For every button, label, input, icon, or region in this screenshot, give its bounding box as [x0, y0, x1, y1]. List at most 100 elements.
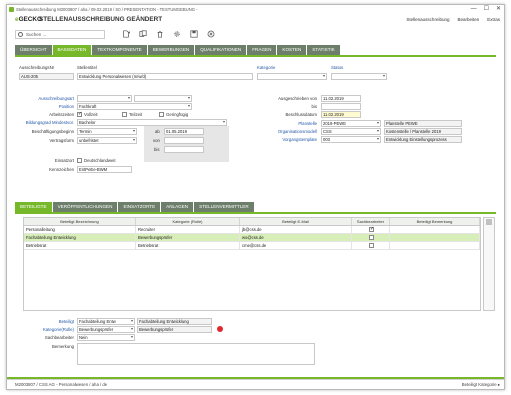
- bemerkung-textarea[interactable]: [77, 343, 315, 365]
- cancel-icon[interactable]: [207, 30, 215, 38]
- beteiligte-table: Beteiligt Bezeichnung Kategorie (Rolle) …: [23, 217, 481, 311]
- cell-bemerkung: [390, 242, 480, 249]
- stellentitel-field[interactable]: Entwicklung Personalwesen (m/w/d): [77, 73, 253, 80]
- vorgangstemplate-code-select[interactable]: 003: [321, 136, 381, 143]
- organisationsmodell-code-select[interactable]: CSS: [321, 128, 381, 135]
- window-controls: — ☐ ✕: [471, 5, 501, 14]
- column-header[interactable]: Beteiligt E-Mail: [240, 218, 352, 225]
- beschaeftigungsbeginn-select[interactable]: Termin: [77, 128, 137, 135]
- tab-qualifikationen[interactable]: QUALIFIKATIONEN: [195, 45, 247, 55]
- cell-email: jb@css.de: [240, 226, 352, 233]
- search-icon: [18, 32, 23, 37]
- vollzeit-checkbox[interactable]: ✓: [77, 112, 82, 117]
- teilzeit-label: Teilzeit: [129, 112, 143, 117]
- menu-bearbeiten[interactable]: Bearbeiten: [457, 17, 479, 22]
- menu-stellenausschreibung[interactable]: Stellenausschreibung: [406, 17, 449, 22]
- title-bar: Stellenausschreibung M2003807 / aha / 09…: [7, 5, 504, 14]
- cell-email: wo@css.de: [240, 234, 352, 241]
- column-header[interactable]: Sachbearbeiter: [352, 218, 390, 225]
- cell-kategorie: Bewerbungsprüfer: [136, 234, 240, 241]
- beteiligt-code-select[interactable]: Fachabteilung Entw: [77, 318, 135, 325]
- table-scrollbar[interactable]: [483, 217, 495, 311]
- status-select[interactable]: [331, 73, 387, 80]
- vorgangstemplate-name-field: Entwicklung Einstellungsprozess: [384, 136, 462, 143]
- bildungsgrad-select[interactable]: Bachelor: [77, 119, 227, 126]
- teilzeit-checkbox[interactable]: [122, 112, 127, 117]
- column-header[interactable]: Kategorie (Rolle): [136, 218, 240, 225]
- tab-statistik[interactable]: STATISTIK: [307, 45, 340, 55]
- subtab-anlagen[interactable]: ANLAGEN: [161, 202, 194, 212]
- sachbearbeiter-checkbox[interactable]: [369, 243, 374, 249]
- kategorie-select[interactable]: [257, 73, 327, 80]
- table-header: Beteiligt Bezeichnung Kategorie (Rolle) …: [24, 218, 480, 226]
- subtab-stellenvermittler[interactable]: STELLENVERMITTLER: [194, 202, 254, 212]
- table-row[interactable]: Personalleitung Recruiter jb@css.de ✓: [24, 226, 480, 234]
- tab-textkomponente[interactable]: TEXTKOMPONENTE: [92, 45, 147, 55]
- position-select[interactable]: Fachkraft: [77, 103, 192, 110]
- column-chooser-icon[interactable]: [485, 219, 493, 225]
- subtab-veroeffentlichungen[interactable]: VERÖFFENTLICHUNGEN: [52, 202, 118, 212]
- column-header[interactable]: Beteiligt Bemerkung: [390, 218, 480, 225]
- ausschreibungsnr-field[interactable]: AUS-205: [19, 73, 74, 80]
- cell-sachbearbeiter: [352, 234, 390, 241]
- ausgeschrieben-bis-field[interactable]: [321, 103, 361, 110]
- cell-sachbearbeiter: [352, 242, 390, 249]
- save-icon[interactable]: [190, 30, 198, 38]
- tab-bewerbungen[interactable]: BEWERBUNGEN: [147, 45, 195, 55]
- geringfuegig-checkbox[interactable]: [159, 112, 164, 117]
- cell-email: cme@css.de: [240, 242, 352, 249]
- kennzeichen-field[interactable]: EntPeEe-BWM: [77, 166, 132, 173]
- ausschreibungsart-select[interactable]: [77, 95, 132, 102]
- deutschlandweit-checkbox[interactable]: [77, 158, 82, 163]
- ausschreibungsart-detail-select[interactable]: [134, 95, 192, 102]
- sachbearbeiter-checkbox[interactable]: ✓: [369, 227, 374, 233]
- vollzeit-label: Vollzeit: [84, 112, 98, 117]
- beschlussdatum-field[interactable]: 11.02.2019: [321, 111, 361, 118]
- subtab-einsatzorte[interactable]: EINSATZORTE: [118, 202, 161, 212]
- table-row[interactable]: Fachabteilung Entwicklung Bewerbungsprüf…: [24, 234, 480, 242]
- sachbearbeiter-select[interactable]: Nein: [77, 334, 135, 341]
- settings-icon[interactable]: [173, 30, 181, 38]
- vorgangstemplate-label: Vorgangstemplate: [282, 137, 317, 142]
- top-menu: Stellenausschreibung Bearbeiten Extras: [406, 17, 500, 22]
- beteiligt-label: Beteiligt: [58, 319, 74, 324]
- von-date-field[interactable]: [164, 137, 204, 144]
- table-row[interactable]: Betriebsrat Betriebsrat cme@css.de: [24, 242, 480, 250]
- ausgeschrieben-von-field[interactable]: 11.02.2019: [321, 95, 361, 102]
- ab-date-field[interactable]: 01.05.2019: [164, 128, 204, 135]
- menu-extras[interactable]: Extras: [487, 17, 500, 22]
- minimize-button[interactable]: —: [471, 5, 477, 14]
- maximize-button[interactable]: ☐: [484, 5, 489, 14]
- toolbar: Suchen ...: [7, 27, 504, 41]
- bis-date-field[interactable]: [164, 146, 204, 153]
- ab-label: ab: [155, 129, 160, 134]
- beschlussdatum-label: Beschlussdatum: [285, 112, 317, 117]
- column-header[interactable]: Beteiligt Bezeichnung: [24, 218, 136, 225]
- tab-kosten[interactable]: KOSTEN: [277, 45, 307, 55]
- cell-kategorie: Recruiter: [136, 226, 240, 233]
- sachbearbeiter-checkbox[interactable]: [369, 235, 374, 241]
- delete-icon[interactable]: [156, 30, 164, 38]
- vertragsform-select[interactable]: unbefristet: [77, 137, 137, 144]
- close-button[interactable]: ✕: [496, 5, 501, 14]
- tab-basisdaten[interactable]: BASISDATEN: [52, 45, 92, 55]
- ausschreibungsnr-label: AusschreibungsNr: [19, 65, 55, 70]
- ausgeschrieben-von-label: Ausgeschrieben von: [278, 96, 317, 101]
- tab-fragen[interactable]: FRAGEN: [247, 45, 277, 55]
- search-input[interactable]: Suchen ...: [15, 30, 105, 39]
- einsatzort-label: Einsatzort: [54, 158, 74, 163]
- vertragsform-label: Vertragsform: [49, 138, 74, 143]
- tab-underline: [15, 55, 496, 57]
- tab-uebersicht[interactable]: ÜBERSICHT: [15, 45, 52, 55]
- kennzeichen-label: Kennzeichen: [49, 167, 74, 172]
- copy-icon[interactable]: [139, 30, 147, 38]
- stellentitel-label: Stellentitel: [77, 65, 97, 70]
- ausgeschrieben-bis-label: bis: [311, 104, 318, 109]
- new-document-icon[interactable]: [122, 30, 130, 38]
- planstelle-code-select[interactable]: 2019-PEWE: [321, 120, 381, 127]
- app-icon: [9, 7, 14, 12]
- required-indicator-icon: [217, 326, 223, 332]
- von-label: von: [153, 138, 160, 143]
- kategorie-rolle-code-select[interactable]: Bewerbungsprüfer: [77, 326, 135, 333]
- subtab-beteiligte[interactable]: BETEILIGTE: [15, 202, 52, 212]
